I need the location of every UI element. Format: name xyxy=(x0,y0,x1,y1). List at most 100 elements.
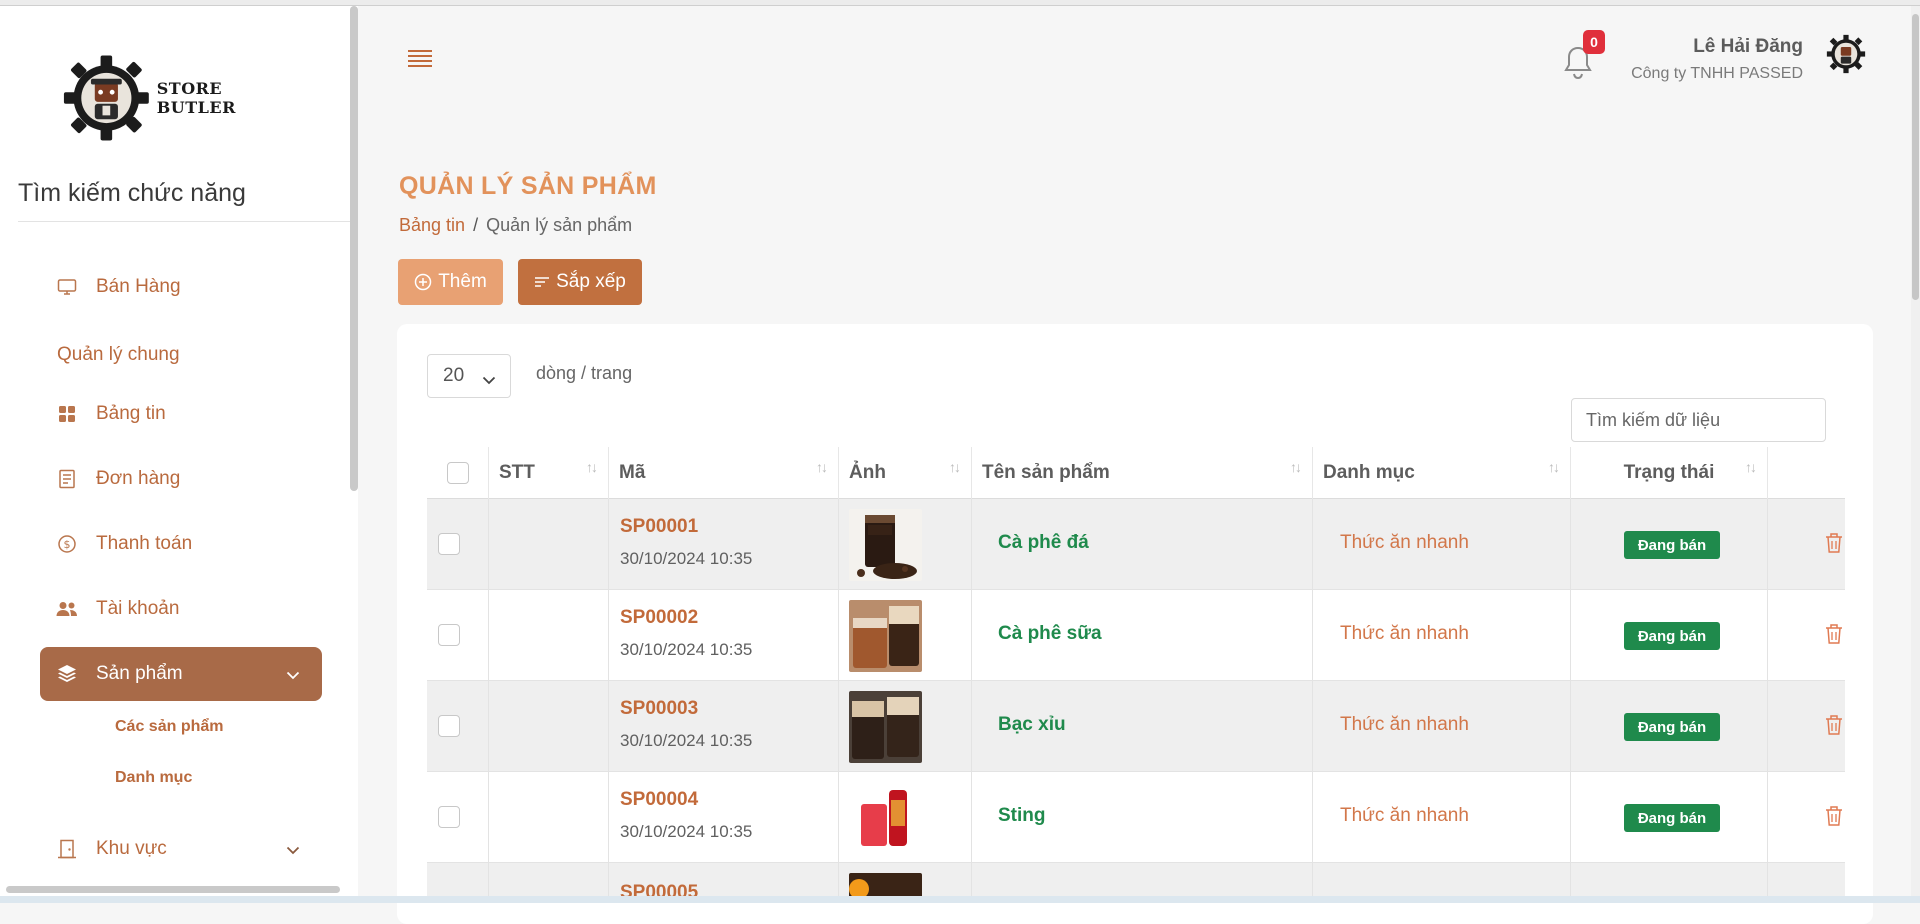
trash-icon[interactable] xyxy=(1825,805,1843,827)
bottom-edge xyxy=(0,896,1920,903)
sidebar-horizontal-scrollbar[interactable] xyxy=(6,886,340,893)
sort-button-label: Sắp xếp xyxy=(556,271,626,292)
product-image xyxy=(849,782,922,854)
sort-arrows-icon: ↑↓ xyxy=(816,459,828,475)
coin-icon: $ xyxy=(56,533,78,555)
sidebar-item-products[interactable]: Sản phẩm xyxy=(40,647,322,701)
sidebar: STORE BUTLER Bán Hàng Quản lý chung Bảng… xyxy=(0,6,358,897)
page-size-select[interactable]: 20 xyxy=(427,354,511,398)
product-code-link[interactable]: SP00001 xyxy=(620,516,698,538)
trash-icon[interactable] xyxy=(1825,532,1843,554)
product-code-link[interactable]: SP00003 xyxy=(620,698,698,720)
row-select-cell xyxy=(427,772,489,863)
product-code-link[interactable]: SP00005 xyxy=(620,882,698,896)
row-checkbox[interactable] xyxy=(438,806,460,828)
product-image xyxy=(849,600,922,672)
table-row[interactable]: SP00001 30/10/2024 10:35 Cà phê đá Thức … xyxy=(427,499,1845,590)
sort-arrows-icon: ↑↓ xyxy=(1548,459,1560,475)
page-scrollbar-thumb[interactable] xyxy=(1912,14,1919,300)
sidebar-item-accounts[interactable]: Tài khoản xyxy=(40,582,322,636)
plus-circle-icon xyxy=(414,273,432,291)
column-header-category[interactable]: Danh mục ↑↓ xyxy=(1313,447,1571,499)
column-header-label: Tên sản phẩm xyxy=(982,462,1110,483)
product-date: 30/10/2024 10:35 xyxy=(620,640,753,659)
product-name-link[interactable]: Cà phê sữa xyxy=(998,623,1102,645)
door-icon xyxy=(56,838,78,860)
select-all-cell xyxy=(427,447,489,499)
table-row[interactable]: SP00002 30/10/2024 10:35 Cà phê sữa Thức… xyxy=(427,590,1845,681)
column-header-stt[interactable]: STT ↑↓ xyxy=(489,447,609,499)
status-badge: Đang bán xyxy=(1624,713,1720,741)
sidebar-item-sales[interactable]: Bán Hàng xyxy=(40,260,322,314)
breadcrumb-home-link[interactable]: Bảng tin xyxy=(399,215,465,235)
page-size-value: 20 xyxy=(443,365,465,386)
sidebar-item-label: Bán Hàng xyxy=(96,276,181,297)
sidebar-item-dashboard[interactable]: Bảng tin xyxy=(40,387,322,441)
row-select-cell xyxy=(427,863,489,896)
product-category: Thức ăn nhanh xyxy=(1340,532,1469,553)
data-search-input[interactable] xyxy=(1571,398,1826,442)
product-category: Thức ăn nhanh xyxy=(1340,714,1469,735)
avatar[interactable] xyxy=(1826,34,1866,74)
row-checkbox[interactable] xyxy=(438,624,460,646)
users-icon xyxy=(56,598,78,620)
product-code-link[interactable]: SP00004 xyxy=(620,789,698,811)
grid-icon xyxy=(56,403,78,425)
stt-cell xyxy=(489,590,609,681)
sidebar-subitem-categories[interactable]: Danh mục xyxy=(115,769,192,787)
code-cell xyxy=(609,499,839,590)
column-header-label: STT xyxy=(499,462,535,483)
product-image xyxy=(849,509,922,581)
breadcrumb-separator: / xyxy=(473,215,479,235)
sidebar-item-orders[interactable]: Đơn hàng xyxy=(40,452,322,506)
column-header-code[interactable]: Mã ↑↓ xyxy=(609,447,839,499)
add-product-button[interactable]: Thêm xyxy=(398,259,503,305)
stt-cell xyxy=(489,772,609,863)
product-date: 30/10/2024 10:35 xyxy=(620,822,753,841)
column-header-status[interactable]: Trạng thái ↑↓ xyxy=(1571,447,1768,499)
sidebar-scrollbar[interactable] xyxy=(350,6,358,491)
sidebar-subitem-all-products[interactable]: Các sản phẩm xyxy=(115,718,223,736)
table-row[interactable]: SP00003 30/10/2024 10:35 Bạc xỉu Thức ăn… xyxy=(427,681,1845,772)
code-cell xyxy=(609,590,839,681)
sort-button[interactable]: Sắp xếp xyxy=(518,259,642,305)
document-icon xyxy=(56,468,78,490)
sidebar-item-label: Đơn hàng xyxy=(96,468,181,489)
table-row[interactable]: SP00005 xyxy=(427,863,1845,896)
user-name[interactable]: Lê Hải Đăng xyxy=(1693,36,1803,58)
layers-icon xyxy=(56,663,78,685)
product-image xyxy=(849,873,922,896)
code-cell xyxy=(609,772,839,863)
sidebar-item-label: Khu vực xyxy=(96,838,167,859)
column-header-image[interactable]: Ảnh ↑↓ xyxy=(839,447,972,499)
column-header-label: Trạng thái xyxy=(1623,462,1715,483)
trash-icon[interactable] xyxy=(1825,714,1843,736)
row-select-cell xyxy=(427,681,489,772)
sidebar-item-label: Bảng tin xyxy=(96,403,166,424)
chevron-down-icon xyxy=(482,369,496,391)
notification-badge: 0 xyxy=(1583,30,1605,54)
product-date: 30/10/2024 10:35 xyxy=(620,549,753,568)
trash-icon[interactable] xyxy=(1825,623,1843,645)
column-header-name[interactable]: Tên sản phẩm ↑↓ xyxy=(972,447,1313,499)
product-name-link[interactable]: Bạc xỉu xyxy=(998,714,1066,736)
sidebar-item-payments[interactable]: $ Thanh toán xyxy=(40,517,322,571)
product-name-link[interactable]: Cà phê đá xyxy=(998,532,1089,554)
menu-toggle-icon[interactable] xyxy=(405,46,435,72)
product-category: Thức ăn nhanh xyxy=(1340,623,1469,644)
product-code-link[interactable]: SP00002 xyxy=(620,607,698,629)
user-company: Công ty TNHH PASSED xyxy=(1631,65,1803,82)
chevron-down-icon xyxy=(286,664,300,686)
brand-logo[interactable]: STORE BUTLER xyxy=(62,48,302,148)
row-checkbox[interactable] xyxy=(438,533,460,555)
sort-arrows-icon: ↑↓ xyxy=(586,459,598,475)
sort-arrows-icon: ↑↓ xyxy=(1745,459,1757,475)
add-button-label: Thêm xyxy=(438,271,487,292)
sidebar-item-areas[interactable]: Khu vực xyxy=(40,822,322,876)
sort-arrows-icon: ↑↓ xyxy=(949,459,961,475)
select-all-checkbox[interactable] xyxy=(446,462,469,484)
product-name-link[interactable]: Sting xyxy=(998,805,1046,827)
function-search-input[interactable] xyxy=(18,166,358,222)
row-checkbox[interactable] xyxy=(438,715,460,737)
table-row[interactable]: SP00004 30/10/2024 10:35 Sting Thức ăn n… xyxy=(427,772,1845,863)
